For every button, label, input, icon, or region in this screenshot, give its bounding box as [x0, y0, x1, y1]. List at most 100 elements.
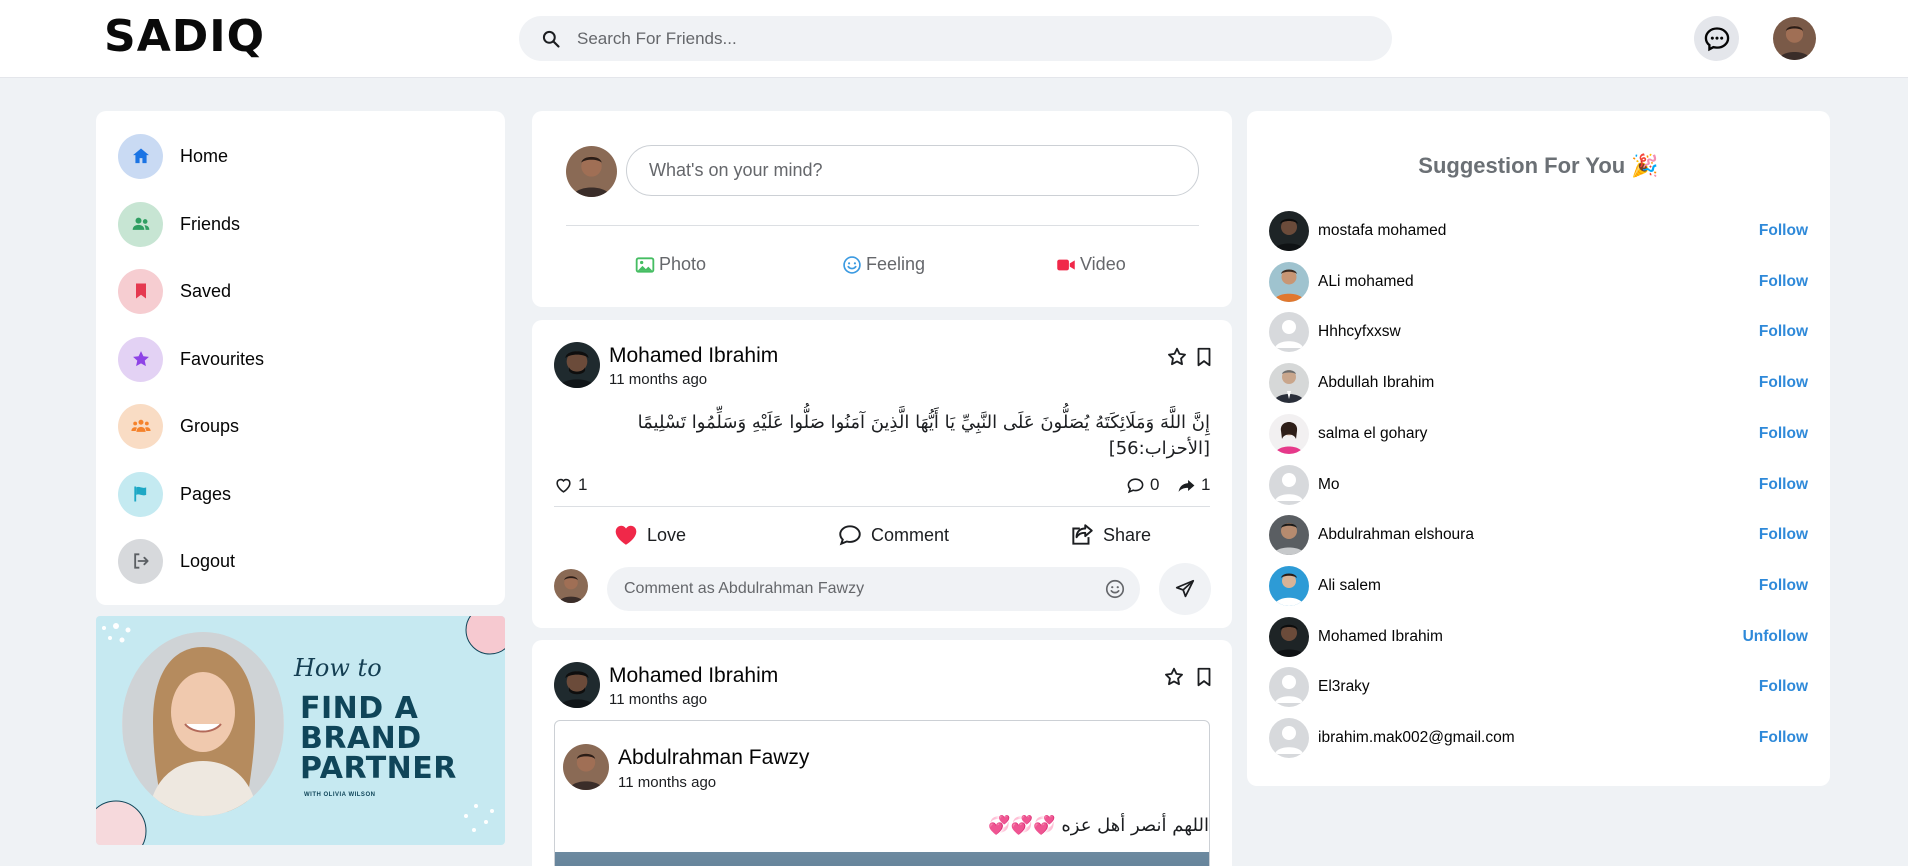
share-button[interactable]: Share [1069, 522, 1151, 548]
avatar[interactable] [554, 662, 600, 708]
follow-button[interactable]: Follow [1759, 374, 1808, 392]
suggestion-name[interactable]: Hhhcyfxxsw [1318, 323, 1759, 341]
bookmark-icon[interactable] [1193, 346, 1215, 368]
avatar[interactable] [1269, 667, 1309, 708]
messenger-button[interactable] [1694, 16, 1739, 61]
avatar[interactable] [1269, 616, 1309, 657]
suggestion-name[interactable]: Ali salem [1318, 577, 1759, 595]
suggestion-row: mostafa mohamed Follow [1269, 210, 1808, 252]
post-card: Mohamed Ibrahim 11 months ago إِنَّ اللَ… [532, 320, 1232, 628]
video-button[interactable]: Video [1056, 254, 1126, 275]
shared-post-image[interactable] [555, 852, 1209, 866]
follow-button[interactable]: Follow [1759, 577, 1808, 595]
post-author[interactable]: Mohamed Ibrahim [609, 664, 778, 688]
bookmark-icon[interactable] [1193, 666, 1215, 688]
suggestion-name[interactable]: Mo [1318, 476, 1759, 494]
comments-value: 0 [1150, 475, 1160, 494]
avatar[interactable] [1773, 17, 1816, 60]
logo-text: SADIQ [104, 11, 266, 62]
groups-icon [118, 403, 163, 449]
sidebar-item-friends[interactable]: Friends [118, 201, 240, 247]
comment-icon [1127, 477, 1144, 493]
star-icon[interactable] [1163, 666, 1185, 688]
messenger-icon [1704, 26, 1729, 51]
post-author[interactable]: Mohamed Ibrahim [609, 344, 778, 368]
comment-input[interactable]: Comment as Abdulrahman Fawzy [607, 567, 1140, 611]
avatar[interactable] [1269, 464, 1309, 505]
suggestion-name[interactable]: Mohamed Ibrahim [1318, 628, 1743, 646]
suggestions-panel: Suggestion For You 🎉 mostafa mohamed Foll… [1247, 111, 1830, 786]
comments-count[interactable]: 0 [1126, 475, 1159, 495]
unfollow-button[interactable]: Unfollow [1743, 628, 1808, 646]
feeling-icon [843, 255, 861, 274]
emoji-icon[interactable] [1104, 578, 1126, 600]
avatar[interactable] [1269, 565, 1309, 606]
suggestion-name[interactable]: salma el gohary [1318, 425, 1759, 443]
comment-button[interactable]: Comment [837, 522, 949, 548]
avatar[interactable] [1269, 363, 1309, 404]
suggestion-row: ibrahim.mak002@gmail.com Follow [1269, 717, 1808, 759]
avatar [554, 569, 588, 603]
comment-label: Comment [871, 524, 950, 545]
composer-input[interactable]: What's on your mind? [626, 145, 1199, 196]
logo[interactable]: SADIQ [104, 12, 265, 62]
comment-placeholder: Comment as Abdulrahman Fawzy [624, 580, 865, 597]
photo-label: Photo [659, 254, 707, 274]
follow-button[interactable]: Follow [1759, 222, 1808, 240]
shared-post-author[interactable]: Abdulrahman Fawzy [618, 746, 809, 770]
follow-button[interactable]: Follow [1759, 678, 1808, 696]
star-icon [118, 336, 163, 382]
sidebar-item-label: Groups [180, 415, 240, 436]
suggestion-name[interactable]: ALi mohamed [1318, 273, 1759, 291]
avatar[interactable] [1269, 718, 1309, 758]
post-text-line: [الأحزاب:56] [1108, 438, 1210, 459]
suggestion-row: Abdullah Ibrahim Follow [1269, 362, 1808, 404]
suggestion-name[interactable]: Abdullah Ibrahim [1318, 374, 1759, 392]
follow-button[interactable]: Follow [1759, 729, 1808, 747]
suggestion-name[interactable]: El3raky [1318, 678, 1759, 696]
suggestion-name[interactable]: mostafa mohamed [1318, 222, 1759, 240]
suggestion-name[interactable]: Abdulrahman elshoura [1318, 526, 1759, 544]
shared-post-text: اللهم أنصر أهل عزه 💞💞💞 [988, 815, 1209, 836]
promo-banner[interactable]: How to FIND A BRAND PARTNER WITH OLIVIA … [96, 616, 505, 845]
bookmark-icon [118, 268, 163, 314]
post-text-line: إِنَّ اللَّهَ وَمَلَائِكَتَهُ يُصَلُّونَ… [637, 412, 1210, 433]
sidebar-item-label: Home [180, 145, 229, 166]
feeling-button[interactable]: Feeling [842, 254, 925, 275]
heart-icon [556, 478, 571, 493]
suggestion-row: ALi mohamed Follow [1269, 261, 1808, 303]
sidebar-item-groups[interactable]: Groups [118, 403, 239, 449]
sidebar-item-logout[interactable]: Logout [118, 538, 235, 584]
avatar[interactable] [1269, 211, 1309, 251]
follow-button[interactable]: Follow [1759, 526, 1808, 544]
promo-subtitle: WITH OLIVIA WILSON [304, 792, 376, 798]
avatar[interactable] [1269, 413, 1309, 454]
sidebar-item-pages[interactable]: Pages [118, 471, 231, 517]
search-bar[interactable] [519, 16, 1392, 61]
sidebar-item-home[interactable]: Home [118, 133, 228, 179]
avatar[interactable] [1269, 515, 1309, 556]
sidebar-item-label: Logout [180, 550, 236, 571]
sidebar-item-label: Pages [180, 483, 232, 504]
sidebar-item-saved[interactable]: Saved [118, 268, 231, 314]
love-button[interactable]: Love [613, 522, 686, 548]
logout-icon [118, 538, 163, 584]
search-input[interactable] [577, 28, 1357, 49]
follow-button[interactable]: Follow [1759, 273, 1808, 291]
sidebar-item-favourites[interactable]: Favourites [118, 336, 264, 382]
star-icon[interactable] [1166, 346, 1188, 368]
follow-button[interactable]: Follow [1759, 425, 1808, 443]
follow-button[interactable]: Follow [1759, 476, 1808, 494]
love-label: Love [647, 524, 687, 545]
shared-post[interactable]: Abdulrahman Fawzy 11 months ago اللهم أن… [554, 720, 1210, 866]
avatar[interactable] [1269, 261, 1309, 302]
suggestion-name[interactable]: ibrahim.mak002@gmail.com [1318, 729, 1759, 747]
follow-button[interactable]: Follow [1759, 323, 1808, 341]
avatar[interactable] [554, 342, 600, 388]
avatar[interactable] [1269, 312, 1309, 353]
shares-count[interactable]: 1 [1177, 475, 1210, 495]
photo-button[interactable]: Photo [635, 254, 706, 275]
avatar[interactable] [563, 744, 609, 790]
likes-count[interactable]: 1 [554, 475, 587, 495]
send-comment-button[interactable] [1159, 563, 1211, 615]
